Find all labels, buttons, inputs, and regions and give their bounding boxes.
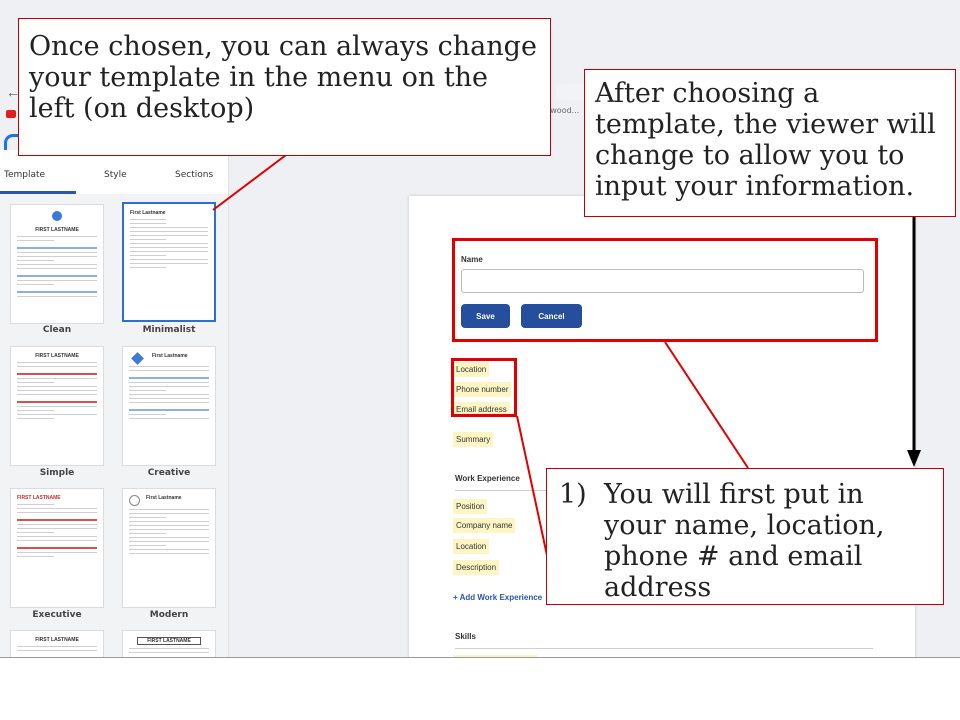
connector-line-contact [516, 415, 549, 561]
step-number: 1) [559, 479, 587, 510]
callout-template-text: Once chosen, you can always change your … [29, 31, 537, 124]
callout-viewer-text: After choosing a template, the viewer wi… [595, 78, 936, 202]
connector-line-template [212, 154, 287, 211]
step-one-text: You will first put in your name, locatio… [604, 479, 885, 603]
arrow-head-icon [907, 450, 921, 467]
callout-viewer-change: After choosing a template, the viewer wi… [584, 69, 956, 217]
connector-line-name [664, 341, 749, 469]
callout-step-one: 1) You will first put in your name, loca… [546, 468, 944, 605]
callout-template-change: Once chosen, you can always change your … [18, 18, 551, 156]
